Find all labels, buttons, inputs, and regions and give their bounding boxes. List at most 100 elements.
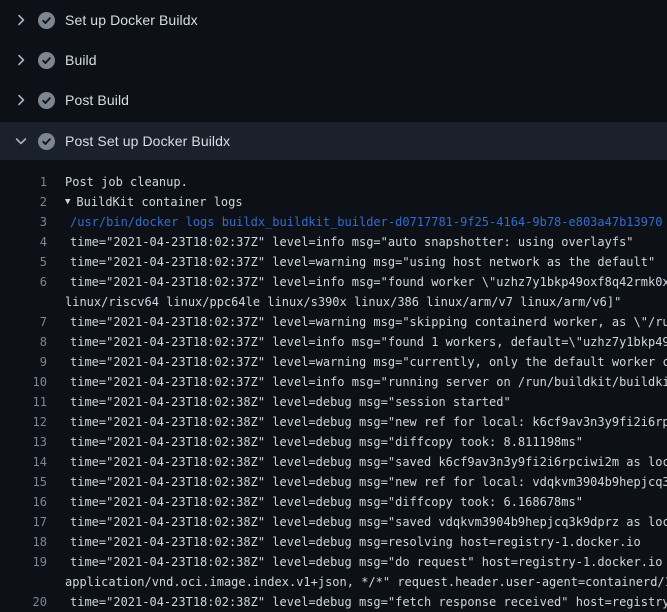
log-text-content: Post job cleanup. — [65, 175, 188, 189]
line-number[interactable]: 10 — [0, 375, 47, 389]
log-text-content: time="2021-04-23T18:02:38Z" level=debug … — [70, 455, 667, 469]
log-line: 18 time="2021-04-23T18:02:38Z" level=deb… — [0, 532, 667, 552]
line-number[interactable]: 9 — [0, 355, 47, 369]
chevron-right-icon — [13, 92, 29, 108]
log-text-content: time="2021-04-23T18:02:37Z" level=warnin… — [70, 255, 655, 269]
line-number[interactable]: 19 — [0, 555, 47, 569]
log-text: time="2021-04-23T18:02:37Z" level=warnin… — [47, 315, 667, 329]
log-text-content: time="2021-04-23T18:02:38Z" level=debug … — [70, 435, 583, 449]
log-line: 10 time="2021-04-23T18:02:37Z" level=inf… — [0, 372, 667, 392]
log-text-content: time="2021-04-23T18:02:38Z" level=debug … — [70, 475, 667, 489]
line-number[interactable]: 20 — [0, 595, 47, 609]
log-text: time="2021-04-23T18:02:38Z" level=debug … — [47, 475, 667, 489]
line-number[interactable]: 3 — [0, 215, 47, 229]
log-line: 11 time="2021-04-23T18:02:38Z" level=deb… — [0, 392, 667, 412]
line-number[interactable]: 11 — [0, 395, 47, 409]
log-text: time="2021-04-23T18:02:37Z" level=info m… — [47, 235, 667, 249]
check-circle-icon — [38, 52, 55, 69]
log-line: 8 time="2021-04-23T18:02:37Z" level=info… — [0, 332, 667, 352]
log-line: 17 time="2021-04-23T18:02:38Z" level=deb… — [0, 512, 667, 532]
log-line: 16 time="2021-04-23T18:02:38Z" level=deb… — [0, 492, 667, 512]
log-text-content: time="2021-04-23T18:02:38Z" level=debug … — [70, 595, 667, 609]
line-number[interactable]: 17 — [0, 515, 47, 529]
log-line: 5 time="2021-04-23T18:02:37Z" level=warn… — [0, 252, 667, 272]
log-line: 14 time="2021-04-23T18:02:38Z" level=deb… — [0, 452, 667, 472]
log-text: application/vnd.oci.image.index.v1+json,… — [47, 575, 667, 589]
chevron-right-icon — [13, 52, 29, 68]
log-line: 2 ▼ BuildKit container logs — [0, 192, 667, 212]
log-line: 3 /usr/bin/docker logs buildx_buildkit_b… — [0, 212, 667, 232]
log-text: time="2021-04-23T18:02:38Z" level=debug … — [47, 495, 667, 509]
log-line: application/vnd.oci.image.index.v1+json,… — [0, 572, 667, 592]
group-toggle-icon[interactable]: ▼ — [65, 197, 70, 207]
log-line: 20 time="2021-04-23T18:02:38Z" level=deb… — [0, 592, 667, 612]
log-text: time="2021-04-23T18:02:37Z" level=info m… — [47, 375, 667, 389]
line-number[interactable]: 1 — [0, 175, 47, 189]
line-number[interactable]: 15 — [0, 475, 47, 489]
log-line: 4 time="2021-04-23T18:02:37Z" level=info… — [0, 232, 667, 252]
chevron-right-icon — [13, 12, 29, 28]
log-text: time="2021-04-23T18:02:38Z" level=debug … — [47, 395, 667, 409]
log-line: 1 Post job cleanup. — [0, 172, 667, 192]
log-text-content: time="2021-04-23T18:02:38Z" level=debug … — [70, 555, 667, 569]
log-line: 7 time="2021-04-23T18:02:37Z" level=warn… — [0, 312, 667, 332]
check-circle-icon — [38, 133, 55, 150]
log-line: 15 time="2021-04-23T18:02:38Z" level=deb… — [0, 472, 667, 492]
step-header[interactable]: Build — [0, 40, 667, 80]
step-label: Post Build — [65, 92, 129, 108]
line-number[interactable]: 4 — [0, 235, 47, 249]
step-label: Post Set up Docker Buildx — [65, 133, 230, 149]
line-number[interactable]: 16 — [0, 495, 47, 509]
line-number[interactable]: 5 — [0, 255, 47, 269]
line-number[interactable]: 14 — [0, 455, 47, 469]
log-text: time="2021-04-23T18:02:37Z" level=info m… — [47, 275, 667, 289]
log-text: time="2021-04-23T18:02:37Z" level=info m… — [47, 335, 667, 349]
log-text-content: time="2021-04-23T18:02:38Z" level=debug … — [70, 515, 667, 529]
line-number[interactable]: 18 — [0, 535, 47, 549]
line-number[interactable]: 13 — [0, 435, 47, 449]
log-text: /usr/bin/docker logs buildx_buildkit_bui… — [47, 215, 667, 229]
log-text-content: time="2021-04-23T18:02:37Z" level=info m… — [70, 275, 667, 289]
log-line: 6 time="2021-04-23T18:02:37Z" level=info… — [0, 272, 667, 292]
log-text-content: /usr/bin/docker logs buildx_buildkit_bui… — [70, 215, 662, 229]
line-number[interactable]: 8 — [0, 335, 47, 349]
log-line: 12 time="2021-04-23T18:02:38Z" level=deb… — [0, 412, 667, 432]
line-number[interactable]: 7 — [0, 315, 47, 329]
log-text-content: time="2021-04-23T18:02:37Z" level=warnin… — [70, 315, 667, 329]
chevron-down-icon — [13, 133, 29, 149]
line-number[interactable]: 12 — [0, 415, 47, 429]
log-text-content: time="2021-04-23T18:02:37Z" level=info m… — [70, 235, 634, 249]
log-text-content: time="2021-04-23T18:02:37Z" level=info m… — [70, 375, 667, 389]
step-label: Set up Docker Buildx — [65, 12, 198, 28]
check-circle-icon — [38, 92, 55, 109]
log-text-content: linux/riscv64 linux/ppc64le linux/s390x … — [65, 295, 621, 309]
log-text-content: time="2021-04-23T18:02:37Z" level=info m… — [70, 335, 667, 349]
log-text-content: time="2021-04-23T18:02:38Z" level=debug … — [70, 535, 641, 549]
log-text-content[interactable]: BuildKit container logs — [76, 195, 242, 209]
log-text-content: time="2021-04-23T18:02:38Z" level=debug … — [70, 395, 511, 409]
log-text-content: time="2021-04-23T18:02:38Z" level=debug … — [70, 495, 583, 509]
log-text: Post job cleanup. — [47, 175, 667, 189]
step-header[interactable]: Set up Docker Buildx — [0, 0, 667, 40]
log-text-content: time="2021-04-23T18:02:37Z" level=warnin… — [70, 355, 667, 369]
log-text: time="2021-04-23T18:02:37Z" level=warnin… — [47, 255, 667, 269]
step-label: Build — [65, 52, 97, 68]
log-text: time="2021-04-23T18:02:38Z" level=debug … — [47, 455, 667, 469]
step-header[interactable]: Post Build — [0, 80, 667, 120]
check-circle-icon — [38, 12, 55, 29]
log-text: time="2021-04-23T18:02:38Z" level=debug … — [47, 595, 667, 609]
step-header[interactable]: Post Set up Docker Buildx — [0, 122, 667, 160]
line-number[interactable]: 6 — [0, 275, 47, 289]
log-text: ▼ BuildKit container logs — [47, 195, 667, 209]
log-text: linux/riscv64 linux/ppc64le linux/s390x … — [47, 295, 667, 309]
log-line: 13 time="2021-04-23T18:02:38Z" level=deb… — [0, 432, 667, 452]
log-text: time="2021-04-23T18:02:38Z" level=debug … — [47, 415, 667, 429]
log-text-content: time="2021-04-23T18:02:38Z" level=debug … — [70, 415, 667, 429]
line-number[interactable]: 2 — [0, 195, 47, 209]
log-text: time="2021-04-23T18:02:38Z" level=debug … — [47, 555, 667, 569]
step-list: Set up Docker Buildx Build P — [0, 0, 667, 160]
log-line: linux/riscv64 linux/ppc64le linux/s390x … — [0, 292, 667, 312]
log-text-content: application/vnd.oci.image.index.v1+json,… — [65, 575, 667, 589]
log-text: time="2021-04-23T18:02:38Z" level=debug … — [47, 535, 667, 549]
log-line: 9 time="2021-04-23T18:02:37Z" level=warn… — [0, 352, 667, 372]
